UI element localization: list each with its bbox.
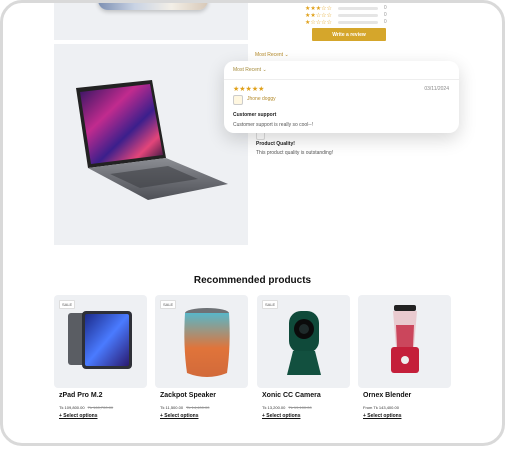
- select-options-link[interactable]: + Select options: [262, 413, 300, 419]
- current-price: Tk 13,200.00: [262, 405, 286, 410]
- product-price: Tk 109,800.00 Tk 160,700.00: [59, 405, 113, 410]
- sort-dropdown[interactable]: Most Recent ⌄: [233, 67, 267, 73]
- section-title: Recommended products: [193, 275, 312, 286]
- rating-bar: [337, 20, 378, 24]
- laptop-image: [76, 80, 228, 200]
- phone-image: [98, 0, 208, 10]
- product-image-laptop: [54, 44, 248, 245]
- product-name[interactable]: Zackpot Speaker: [160, 392, 216, 399]
- review-body: This product quality is outstanding!: [256, 150, 333, 156]
- old-price: Tk 19,100.00: [288, 405, 312, 410]
- product-price: From Tk 143,400.00: [363, 405, 399, 410]
- product-price: Tk 13,200.00 Tk 19,100.00: [262, 405, 312, 410]
- current-price: Tk 109,800.00: [59, 405, 85, 410]
- sale-badge: SALE: [59, 300, 76, 309]
- product-card[interactable]: SALE Xonic CC Camera Tk 13,200.00 Tk 19,1…: [257, 295, 350, 425]
- rating-bar: [337, 13, 378, 17]
- rating-bar: [337, 6, 378, 10]
- product-card[interactable]: SALE Zackpot Speaker Tk 11,500.00 Tk 14,4…: [155, 295, 248, 425]
- product-name[interactable]: Ornex Blender: [363, 392, 411, 399]
- review-title: Customer support: [233, 112, 277, 118]
- rating-stars: ★★☆☆☆: [305, 12, 332, 19]
- rating-stars: ★★★☆☆: [305, 5, 332, 12]
- review-body: Customer support is really so cool--!: [233, 122, 314, 128]
- old-price: Tk 14,400.00: [186, 405, 210, 410]
- review-date: 03/11/2024: [424, 86, 449, 92]
- review-title: Product Quality!: [256, 141, 295, 147]
- sort-dropdown[interactable]: Most Recent ⌄: [255, 52, 289, 58]
- rating-row: ★★☆☆☆ 0: [305, 12, 387, 19]
- sale-badge: SALE: [262, 300, 279, 309]
- product-name[interactable]: Xonic CC Camera: [262, 392, 321, 399]
- rating-stars: ★☆☆☆☆: [305, 19, 332, 26]
- review-stars: ★★★★★: [233, 86, 265, 93]
- select-options-link[interactable]: + Select options: [160, 413, 198, 419]
- select-options-link[interactable]: + Select options: [59, 413, 97, 419]
- product-image-phone: [54, 0, 248, 40]
- write-review-button[interactable]: Write a review: [312, 28, 386, 41]
- rating-row: ★☆☆☆☆ 0: [305, 19, 387, 26]
- rating-count: 0: [383, 19, 387, 25]
- product-card[interactable]: SALE zPad Pro M.2 Tk 109,800.00 Tk 160,70…: [54, 295, 147, 425]
- reviewer-name: Jhone doggy: [247, 96, 276, 102]
- review-popup: Most Recent ⌄ ★★★★★ 03/11/2024 Jhone dog…: [224, 61, 459, 133]
- product-image[interactable]: [358, 295, 451, 388]
- user-avatar-icon: [233, 95, 243, 105]
- blender-image: [391, 305, 419, 373]
- rating-row: ★★★☆☆ 0: [305, 5, 387, 12]
- product-price: Tk 11,500.00 Tk 14,400.00: [160, 405, 209, 410]
- rating-count: 0: [383, 5, 387, 11]
- rating-count: 0: [383, 12, 387, 18]
- select-options-link[interactable]: + Select options: [363, 413, 401, 419]
- old-price: Tk 160,700.00: [87, 405, 114, 410]
- divider: [224, 79, 459, 80]
- current-price: From Tk 143,400.00: [363, 405, 399, 410]
- product-card[interactable]: Ornex Blender From Tk 143,400.00 + Selec…: [358, 295, 451, 425]
- product-name[interactable]: zPad Pro M.2: [59, 392, 103, 399]
- sale-badge: SALE: [160, 300, 177, 309]
- current-price: Tk 11,500.00: [160, 405, 184, 410]
